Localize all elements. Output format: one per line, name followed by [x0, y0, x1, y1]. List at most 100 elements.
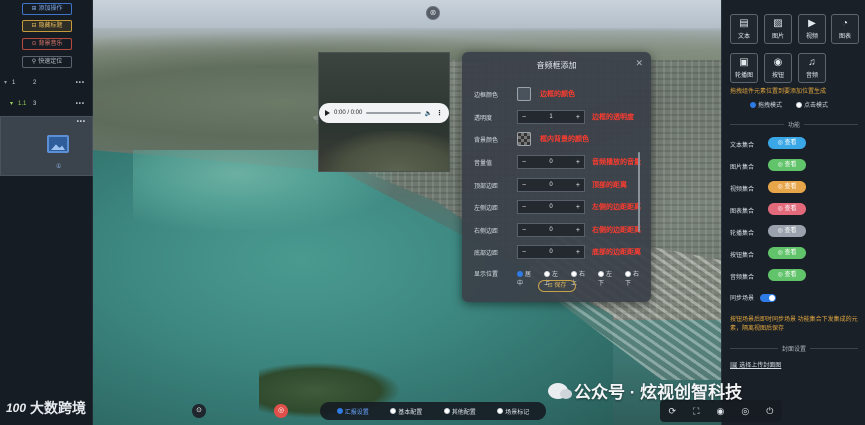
volume-row: 音量值 − 0 + 音频播放的音量	[474, 155, 644, 169]
play-icon[interactable]	[325, 110, 330, 116]
add-chart-tile[interactable]: ◔ 图表	[831, 14, 859, 44]
stepper-value[interactable]: 0	[549, 159, 552, 165]
background-color-picker[interactable]	[517, 132, 531, 146]
fullscreen-icon[interactable]: ⛶	[693, 406, 699, 417]
audio-player[interactable]: 0:00 / 0:00 🔈 ⋮	[319, 103, 449, 123]
view-text-button[interactable]: ◎ 查看	[768, 137, 806, 149]
top-margin-row: 顶部边距 − 0 + 顶部的距离	[474, 178, 644, 192]
radio-icon[interactable]	[517, 271, 523, 277]
carousel-collection-row: 轮播集合 ◎ 查看	[730, 224, 862, 238]
plus-button[interactable]: +	[576, 249, 580, 256]
radio-icon[interactable]	[625, 271, 631, 277]
minus-button[interactable]: −	[522, 182, 526, 189]
tile-label: 视频	[805, 34, 818, 40]
add-carousel-tile[interactable]: ▣ 轮播图	[730, 53, 758, 83]
record-round-button[interactable]: ◎	[274, 404, 288, 418]
left-margin-stepper[interactable]: − 0 +	[517, 200, 585, 214]
view-video-button[interactable]: ◎ 查看	[768, 181, 806, 193]
add-audio-tile[interactable]: ♫ 音频	[798, 53, 826, 83]
caret-down-icon[interactable]: ▾	[4, 76, 7, 90]
bottom-margin-stepper[interactable]: − 0 +	[517, 245, 585, 259]
plus-button[interactable]: +	[576, 204, 580, 211]
radio-icon	[443, 408, 450, 414]
position-option-bottom-left[interactable]: 左下	[598, 269, 617, 287]
view-audio-button[interactable]: ◎ 查看	[768, 269, 806, 281]
caret-down-icon[interactable]: ▾	[10, 97, 13, 111]
stepper-value[interactable]: 1	[549, 114, 552, 120]
top-margin-stepper[interactable]: − 0 +	[517, 178, 585, 192]
left-margin-row: 左侧边距 − 0 + 左侧的边距距离	[474, 200, 644, 214]
volume-icon[interactable]: 🔈	[425, 110, 432, 117]
view-icon[interactable]: ◉	[716, 406, 724, 417]
volume-stepper[interactable]: − 0 +	[517, 155, 585, 169]
radio-icon[interactable]	[750, 102, 756, 108]
view-button-button[interactable]: ◎ 查看	[768, 247, 806, 259]
plus-button[interactable]: +	[576, 182, 580, 189]
position-option-bottom-right[interactable]: 右下	[625, 269, 644, 287]
opacity-stepper[interactable]: − 1 +	[517, 110, 585, 124]
tab-other-config[interactable]: 其他配置	[443, 407, 476, 416]
border-color-picker[interactable]	[517, 87, 531, 101]
eye-icon[interactable]: ◎	[741, 406, 749, 417]
tab-report-settings[interactable]: 汇报设置	[336, 407, 369, 416]
tree-item-1[interactable]: ▾ 1 2 •••	[0, 76, 93, 90]
quick-locate-button[interactable]: ⚲ 快速定位	[22, 56, 72, 68]
minus-button[interactable]: −	[522, 227, 526, 234]
tree-item-1-1[interactable]: ▾ 1.1 3 •••	[0, 97, 93, 111]
plus-button[interactable]: +	[576, 114, 580, 121]
add-image-tile[interactable]: ▨ 图片	[764, 14, 792, 44]
add-operation-button[interactable]: ⊞ 添加操作	[22, 3, 72, 15]
field-note: 底部的边距距离	[592, 249, 641, 256]
collapse-toggle-icon[interactable]: ⊗	[426, 6, 440, 20]
stepper-value[interactable]: 0	[549, 227, 552, 233]
upload-cover-link[interactable]: 🖼 选择上传封面图	[730, 360, 781, 369]
field-note: 左侧的边距距离	[592, 204, 641, 211]
mode-drag[interactable]: 拖拽模式	[750, 100, 782, 109]
add-text-tile[interactable]: ▤ 文本	[730, 14, 758, 44]
add-button-tile[interactable]: ◉ 按钮	[764, 53, 792, 83]
position-option-center[interactable]: 居中	[517, 269, 536, 287]
plus-button[interactable]: +	[576, 227, 580, 234]
refresh-icon[interactable]: ⟳	[669, 406, 677, 417]
audio-progress-track[interactable]	[366, 112, 421, 114]
tab-basic-config[interactable]: 基本配置	[390, 407, 422, 416]
tab-scene-markers[interactable]: 场景标记	[497, 407, 529, 416]
radio-icon[interactable]	[544, 271, 550, 277]
logout-icon[interactable]: ⏻	[766, 406, 773, 417]
scene-thumbnail[interactable]: ••• ①	[0, 116, 93, 176]
stepper-value[interactable]: 0	[549, 249, 552, 255]
add-video-tile[interactable]: ▶ 视频	[798, 14, 826, 44]
hide-title-button[interactable]: ⊟ 隐藏标题	[22, 20, 72, 32]
minus-button[interactable]: −	[522, 114, 526, 121]
plus-button[interactable]: +	[576, 159, 580, 166]
more-icon[interactable]: •••	[77, 119, 86, 125]
preview-landscape	[319, 131, 449, 171]
save-button[interactable]: ⊡ 保存	[538, 280, 576, 292]
mode-click[interactable]: 点击模式	[796, 100, 828, 109]
tile-label: 音频	[805, 73, 818, 79]
radio-icon[interactable]	[598, 271, 604, 277]
stepper-value[interactable]: 0	[549, 182, 552, 188]
dialog-scrollbar[interactable]	[638, 152, 640, 232]
background-music-button[interactable]: ⊙ 背景音乐	[22, 38, 72, 50]
add-icon: ⊞	[31, 6, 37, 12]
minus-button[interactable]: −	[522, 204, 526, 211]
more-vertical-icon[interactable]: ⋮	[436, 109, 443, 117]
more-icon[interactable]: •••	[76, 97, 85, 111]
thumbnail-caption: ①	[56, 164, 62, 170]
sync-toggle[interactable]	[759, 294, 776, 302]
right-margin-stepper[interactable]: − 0 +	[517, 223, 585, 237]
eye-round-button[interactable]: ⊙	[192, 404, 206, 418]
button-icon: ◉	[773, 57, 783, 68]
close-icon[interactable]: ✕	[635, 58, 643, 69]
view-image-button[interactable]: ◎ 查看	[768, 159, 806, 171]
more-icon[interactable]: •••	[76, 76, 85, 90]
minus-button[interactable]: −	[522, 249, 526, 256]
stepper-value[interactable]: 0	[549, 204, 552, 210]
radio-icon[interactable]	[796, 102, 803, 108]
radio-icon[interactable]	[571, 271, 577, 277]
view-carousel-button[interactable]: ◎ 查看	[768, 225, 806, 237]
view-chart-button[interactable]: ◎ 查看	[768, 203, 806, 215]
minus-button[interactable]: −	[522, 159, 526, 166]
video-collection-row: 视频集合 ◎ 查看	[730, 180, 862, 194]
